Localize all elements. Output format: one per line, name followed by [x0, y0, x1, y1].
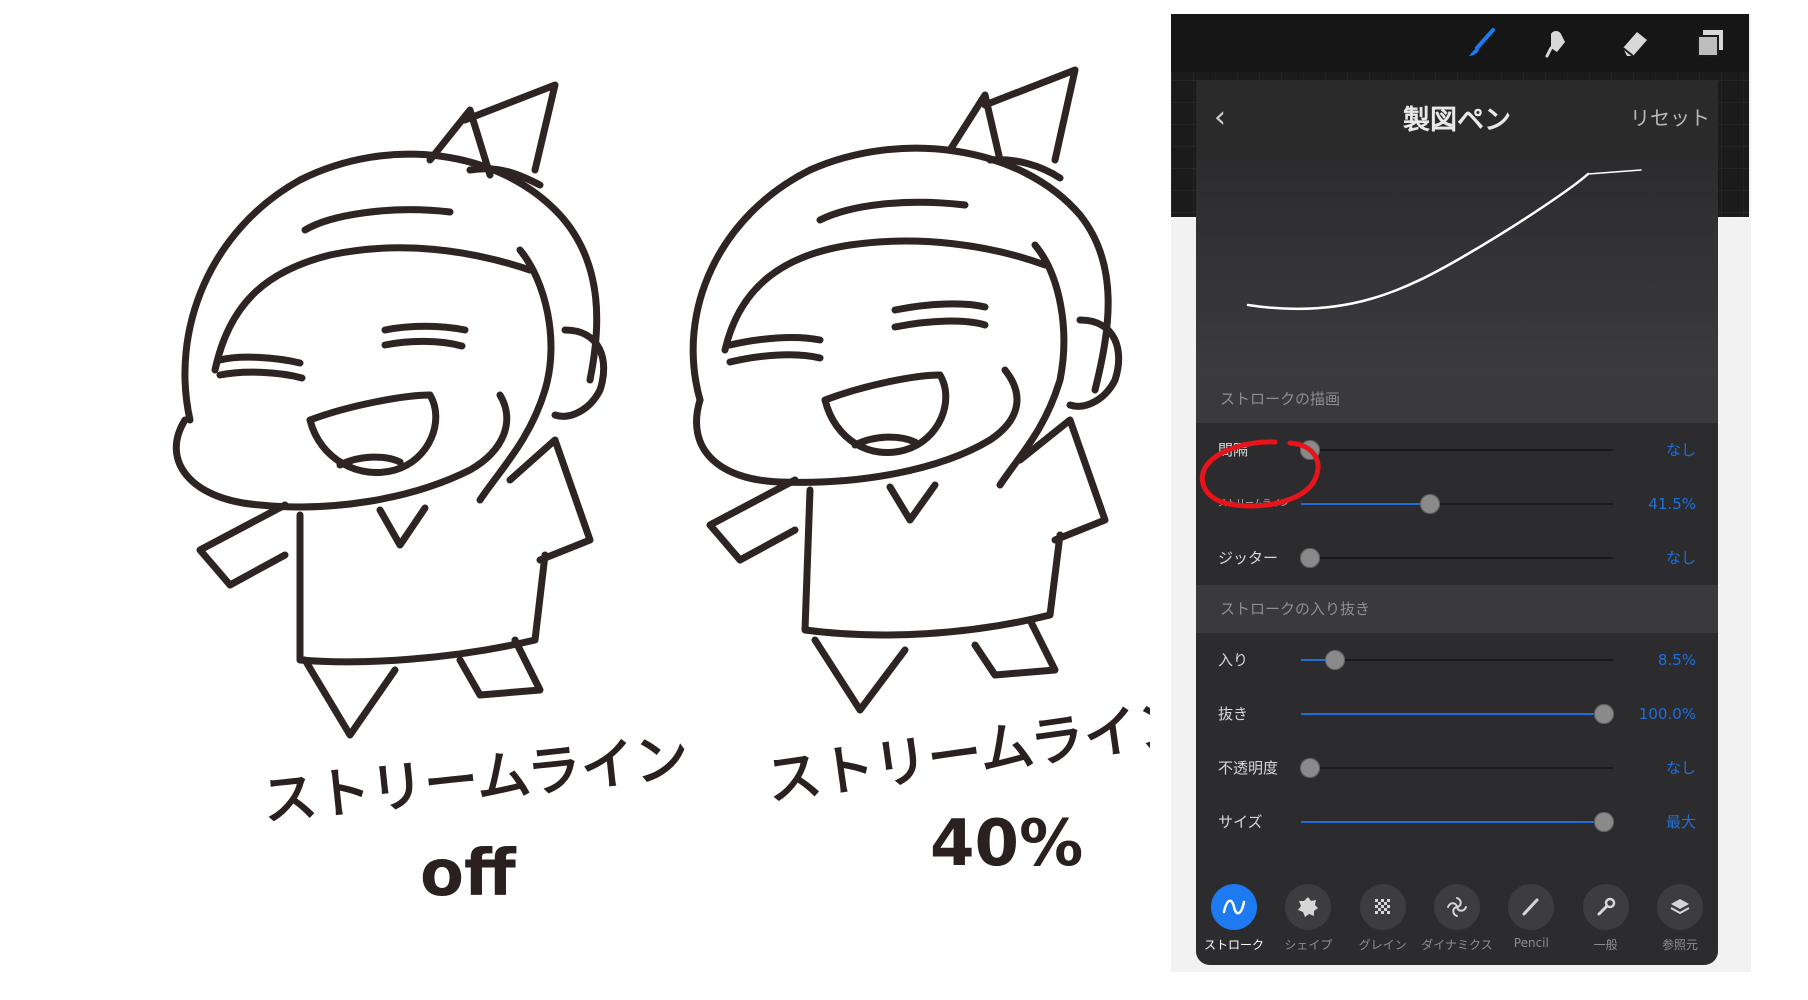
section-taper: 入り 8.5% 抜き 100.0% 不透明度 なし サイズ 最大 — [1196, 633, 1718, 849]
size-label: サイズ — [1218, 813, 1263, 831]
tab-source-label: 参照元 — [1661, 938, 1698, 952]
caption-left-line2: off — [420, 837, 517, 911]
taper-end-value: 100.0% — [1638, 705, 1696, 723]
tab-source[interactable]: 参照元 — [1644, 884, 1716, 953]
taper-end-slider-knob[interactable] — [1593, 704, 1614, 724]
tab-stroke-label: ストローク — [1203, 938, 1264, 952]
stroke-preview-curve — [1246, 169, 1642, 311]
brush-studio-panel: ‹ 製図ペン リセット ストロークの描画 間隔 なし ストリームライン 41.5… — [1196, 80, 1718, 965]
pencil-icon — [1522, 898, 1539, 916]
opacity-value: なし — [1665, 759, 1696, 777]
tab-general[interactable]: 一般 — [1570, 884, 1642, 953]
caption-left-line1: ストリームライン — [260, 726, 692, 833]
procreate-app: ‹ 製図ペン リセット ストロークの描画 間隔 なし ストリームライン 41.5… — [1171, 14, 1751, 972]
stroke-preview[interactable] — [1196, 160, 1718, 375]
stroke-icon — [1222, 899, 1246, 915]
setting-row-taper-start: 入り 8.5% — [1196, 633, 1718, 687]
spacing-slider[interactable] — [1300, 440, 1613, 460]
streamline-value: 41.5% — [1648, 495, 1696, 513]
tab-shape-label: シェイプ — [1284, 938, 1333, 952]
opacity-label: 不透明度 — [1218, 759, 1279, 777]
jitter-label: ジッター — [1218, 549, 1279, 567]
dynamics-icon — [1446, 897, 1467, 917]
jitter-slider[interactable] — [1300, 548, 1613, 568]
size-slider[interactable] — [1301, 812, 1614, 832]
tab-dynamics[interactable]: ダイナミクス — [1421, 884, 1493, 953]
tab-stroke[interactable]: ストローク — [1198, 884, 1270, 953]
wrench-icon — [1597, 897, 1615, 916]
setting-row-size: サイズ 最大 — [1196, 795, 1718, 849]
smudge-icon — [1545, 31, 1565, 58]
caption-right-line1: ストリームライン — [763, 691, 1150, 813]
setting-row-jitter: ジッター なし — [1196, 531, 1718, 585]
taper-end-slider[interactable] — [1301, 704, 1614, 724]
chibi-illustrations: ストリームライン off ストリームライン 40% — [172, 66, 1150, 911]
caption-right-line2: 40% — [930, 807, 1083, 881]
section-stroke-properties: 間隔 なし ストリームライン 41.5% ジッター なし — [1196, 423, 1718, 585]
brush-icon — [1469, 28, 1495, 56]
spacing-label: 間隔 — [1218, 441, 1249, 459]
taper-start-label: 入り — [1218, 651, 1249, 669]
opacity-slider[interactable] — [1300, 758, 1613, 778]
character-left-drawing — [172, 81, 608, 739]
layers-icon — [1697, 30, 1723, 57]
brush-tool[interactable] — [1463, 24, 1501, 62]
spacing-slider-knob[interactable] — [1300, 440, 1321, 460]
source-icon — [1670, 899, 1690, 915]
spacing-value: なし — [1665, 441, 1696, 459]
eraser-tool[interactable] — [1615, 24, 1653, 62]
taper-start-value: 8.5% — [1657, 651, 1696, 669]
setting-row-spacing: 間隔 なし — [1196, 423, 1718, 477]
section-taper-label: ストロークの入り抜き — [1196, 585, 1718, 633]
character-right-drawing — [689, 66, 1123, 714]
brush-settings-tabbar: ストローク シェイプ グレイン ダイナミクス Pencil 一般 参照元 — [1196, 850, 1718, 965]
setting-row-taper-end: 抜き 100.0% — [1196, 687, 1718, 741]
taper-end-label: 抜き — [1218, 705, 1249, 723]
jitter-value: なし — [1665, 549, 1696, 567]
layers-tool[interactable] — [1691, 24, 1729, 62]
panel-header: ‹ 製図ペン リセット — [1196, 80, 1718, 160]
tab-shape[interactable]: シェイプ — [1272, 884, 1344, 953]
taper-start-slider-knob[interactable] — [1325, 650, 1346, 670]
shape-icon — [1298, 897, 1319, 917]
section-stroke-properties-label: ストロークの描画 — [1196, 375, 1718, 423]
eraser-icon — [1622, 32, 1647, 57]
tab-grain[interactable]: グレイン — [1347, 884, 1419, 953]
size-slider-knob[interactable] — [1593, 812, 1614, 832]
tab-dynamics-label: ダイナミクス — [1421, 938, 1493, 952]
streamline-slider[interactable] — [1301, 494, 1613, 514]
jitter-slider-knob[interactable] — [1300, 548, 1321, 568]
grain-icon — [1374, 899, 1390, 914]
tool-group — [1463, 24, 1729, 62]
tab-general-label: 一般 — [1593, 938, 1618, 952]
smudge-tool[interactable] — [1539, 24, 1577, 62]
tab-pencil[interactable]: Pencil — [1495, 884, 1567, 953]
tab-grain-label: グレイン — [1358, 938, 1407, 952]
streamline-slider-knob[interactable] — [1420, 494, 1441, 514]
tab-list: ストローク シェイプ グレイン ダイナミクス Pencil 一般 参照元 — [1198, 884, 1716, 953]
reset-button[interactable]: リセット — [1630, 102, 1710, 131]
opacity-slider-knob[interactable] — [1300, 758, 1321, 778]
tab-pencil-label: Pencil — [1513, 936, 1549, 950]
illustration-area: ストリームライン off ストリームライン 40% — [0, 0, 1150, 1000]
setting-row-opacity: 不透明度 なし — [1196, 741, 1718, 795]
setting-row-streamline: ストリームライン 41.5% — [1196, 477, 1718, 531]
size-value: 最大 — [1665, 813, 1696, 831]
streamline-label: ストリームライン — [1218, 499, 1290, 509]
taper-start-slider[interactable] — [1301, 650, 1613, 670]
